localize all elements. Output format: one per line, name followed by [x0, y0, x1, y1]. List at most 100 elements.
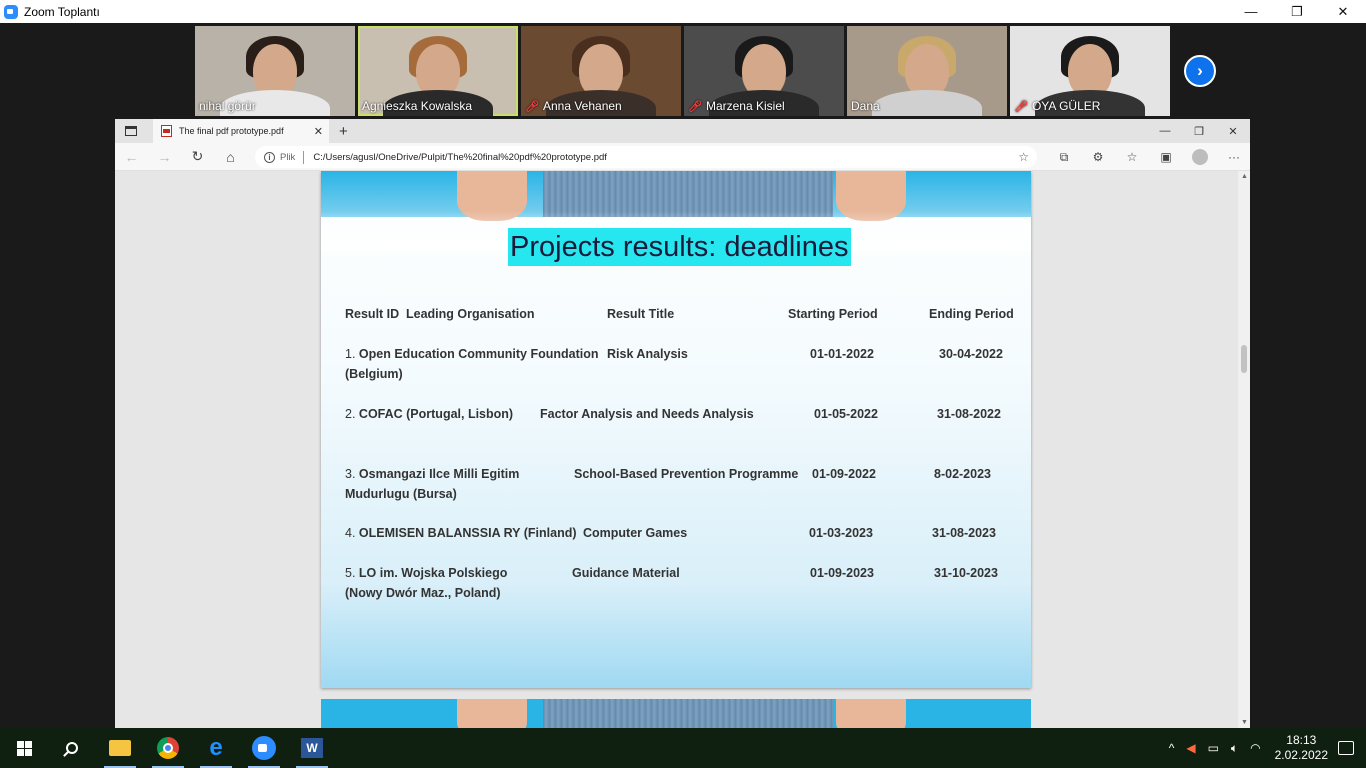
- search-icon: [66, 742, 78, 754]
- collections-icon[interactable]: ▣: [1149, 150, 1183, 164]
- hand-right: [836, 699, 906, 728]
- add-favorite-icon[interactable]: ☆: [1018, 150, 1029, 164]
- row-start: 01-09-2022: [812, 467, 876, 481]
- windows-taskbar: e W ^ ◀ ▭ 🔈︎ ◠ 18:13 2.02.2022: [0, 728, 1366, 768]
- participant-video[interactable]: Dana: [847, 26, 1007, 116]
- chrome-button[interactable]: [144, 728, 192, 768]
- row-number: 5.: [345, 566, 356, 580]
- read-aloud-icon[interactable]: ⧉: [1047, 150, 1081, 165]
- row-number: 1.: [345, 347, 356, 361]
- notifications-icon[interactable]: [1338, 741, 1354, 755]
- participant-name: Anna Vehanen: [542, 99, 622, 113]
- zoom-title-bar: Zoom Toplantı — ❐ ✕: [0, 0, 1366, 23]
- participant-strip: nihal görür Agnieszka Kowalska 🎤︎ Anna Veha…: [195, 26, 1170, 116]
- tab-title: The final pdf prototype.pdf: [179, 126, 284, 136]
- close-button[interactable]: ✕: [1320, 0, 1366, 23]
- row-result-title: Guidance Material: [572, 566, 680, 580]
- muted-mic-icon: 🎤︎: [1014, 100, 1028, 113]
- edge-button[interactable]: e: [192, 728, 240, 768]
- denim-texture: [543, 699, 833, 728]
- row-start: 01-01-2022: [810, 347, 874, 361]
- word-icon: W: [301, 738, 323, 758]
- file-explorer-button[interactable]: [96, 728, 144, 768]
- edge-icon: e: [209, 734, 223, 761]
- more-menu-icon[interactable]: ···: [1217, 150, 1251, 164]
- tab-pdf[interactable]: The final pdf prototype.pdf ✕: [153, 119, 329, 143]
- header-result-id: Result ID: [345, 307, 400, 321]
- forward-arrow-icon[interactable]: →: [148, 149, 181, 165]
- address-bar-row: ← → ↻ ⌂ i Plik C:/Users/agusl/OneDrive/P…: [115, 143, 1250, 171]
- browser-restore-button[interactable]: ❐: [1182, 119, 1216, 143]
- minimize-button[interactable]: —: [1228, 0, 1274, 23]
- row-org-name: OLEMISEN BALANSSIA RY (Finland): [358, 526, 577, 540]
- restore-button[interactable]: ❐: [1274, 0, 1320, 23]
- header-ending: Ending Period: [929, 307, 1014, 321]
- participant-label: 🎤︎ OYA GÜLER: [1014, 99, 1100, 113]
- tab-actions-icon[interactable]: [125, 126, 137, 136]
- row-result-title: Risk Analysis: [607, 347, 688, 361]
- home-icon[interactable]: ⌂: [214, 149, 247, 165]
- zoom-app-icon: [4, 4, 18, 19]
- participant-name: Dana: [851, 99, 880, 113]
- clock[interactable]: 18:13 2.02.2022: [1275, 733, 1328, 763]
- browser-close-button[interactable]: ✕: [1216, 119, 1250, 143]
- participant-name: Agnieszka Kowalska: [362, 99, 473, 113]
- url-text: C:/Users/agusl/OneDrive/Pulpit/The%20fin…: [313, 151, 607, 163]
- muted-volume-icon[interactable]: ◀: [1186, 741, 1195, 755]
- tab-close-icon[interactable]: ✕: [314, 125, 323, 138]
- wifi-icon[interactable]: ◠: [1250, 741, 1260, 755]
- extensions-icon[interactable]: ⚙: [1081, 150, 1115, 164]
- participant-video[interactable]: 🎤︎ OYA GÜLER: [1010, 26, 1170, 116]
- row-org-name: Open Education Community Foundation: [358, 347, 599, 361]
- speaker-icon[interactable]: 🔈︎: [1231, 741, 1238, 756]
- address-bar[interactable]: i Plik C:/Users/agusl/OneDrive/Pulpit/Th…: [255, 146, 1037, 168]
- info-icon[interactable]: i: [264, 151, 275, 163]
- folder-icon: [109, 740, 131, 756]
- participant-video[interactable]: nihal görür: [195, 26, 355, 116]
- browser-minimize-button[interactable]: —: [1148, 119, 1182, 143]
- row-number: 4.: [345, 526, 356, 540]
- zoom-icon: [252, 736, 276, 760]
- header-starting: Starting Period: [788, 307, 878, 321]
- row-org: 1. Open Education Community Foundation: [345, 347, 599, 361]
- row-end: 30-04-2022: [939, 347, 1003, 361]
- header-leading-org: Leading Organisation: [406, 307, 535, 321]
- clock-date: 2.02.2022: [1274, 748, 1328, 762]
- participant-name: OYA GÜLER: [1031, 99, 1101, 113]
- row-end: 8-02-2023: [934, 467, 991, 481]
- start-button[interactable]: [0, 728, 48, 768]
- back-arrow-icon[interactable]: ←: [115, 149, 148, 165]
- url-separator: [303, 150, 305, 164]
- next-participants-button[interactable]: ›: [1184, 55, 1216, 87]
- row-result-title: Computer Games: [583, 526, 688, 540]
- participant-label: Dana: [851, 99, 880, 113]
- row-start: 01-03-2023: [809, 526, 873, 540]
- participant-video[interactable]: 🎤︎ Marzena Kisiel: [684, 26, 844, 116]
- row-org-line2: (Nowy Dwór Maz., Poland): [345, 586, 501, 600]
- pdf-viewer[interactable]: Projects results: deadlines Result ID Le…: [115, 171, 1250, 728]
- word-button[interactable]: W: [288, 728, 336, 768]
- new-tab-button[interactable]: +: [339, 123, 348, 140]
- vertical-scrollbar[interactable]: ▲ ▼: [1238, 171, 1250, 728]
- participant-video[interactable]: Agnieszka Kowalska: [358, 26, 518, 116]
- row-end: 31-08-2022: [937, 407, 1001, 421]
- scroll-down-arrow-icon[interactable]: ▼: [1241, 719, 1248, 726]
- scroll-thumb[interactable]: [1241, 345, 1247, 373]
- refresh-icon[interactable]: ↻: [181, 148, 214, 165]
- scroll-up-arrow-icon[interactable]: ▲: [1241, 173, 1248, 180]
- participant-name: Marzena Kisiel: [705, 99, 785, 113]
- zoom-taskbar-button[interactable]: [240, 728, 288, 768]
- zoom-window-title: Zoom Toplantı: [24, 4, 100, 19]
- row-result-title: School-Based Prevention Programme: [574, 467, 799, 481]
- tab-bar: The final pdf prototype.pdf ✕ + — ❐ ✕: [115, 119, 1250, 143]
- participant-body: [872, 90, 982, 116]
- search-button[interactable]: [48, 728, 96, 768]
- participant-video[interactable]: 🎤︎ Anna Vehanen: [521, 26, 681, 116]
- row-start: 01-05-2022: [814, 407, 878, 421]
- favorites-icon[interactable]: ☆: [1115, 150, 1149, 164]
- row-number: 2.: [345, 407, 356, 421]
- participant-label: 🎤︎ Anna Vehanen: [525, 99, 622, 113]
- profile-avatar[interactable]: [1192, 149, 1208, 165]
- show-hidden-icons-icon[interactable]: ^: [1169, 741, 1175, 755]
- battery-icon[interactable]: ▭: [1208, 741, 1219, 755]
